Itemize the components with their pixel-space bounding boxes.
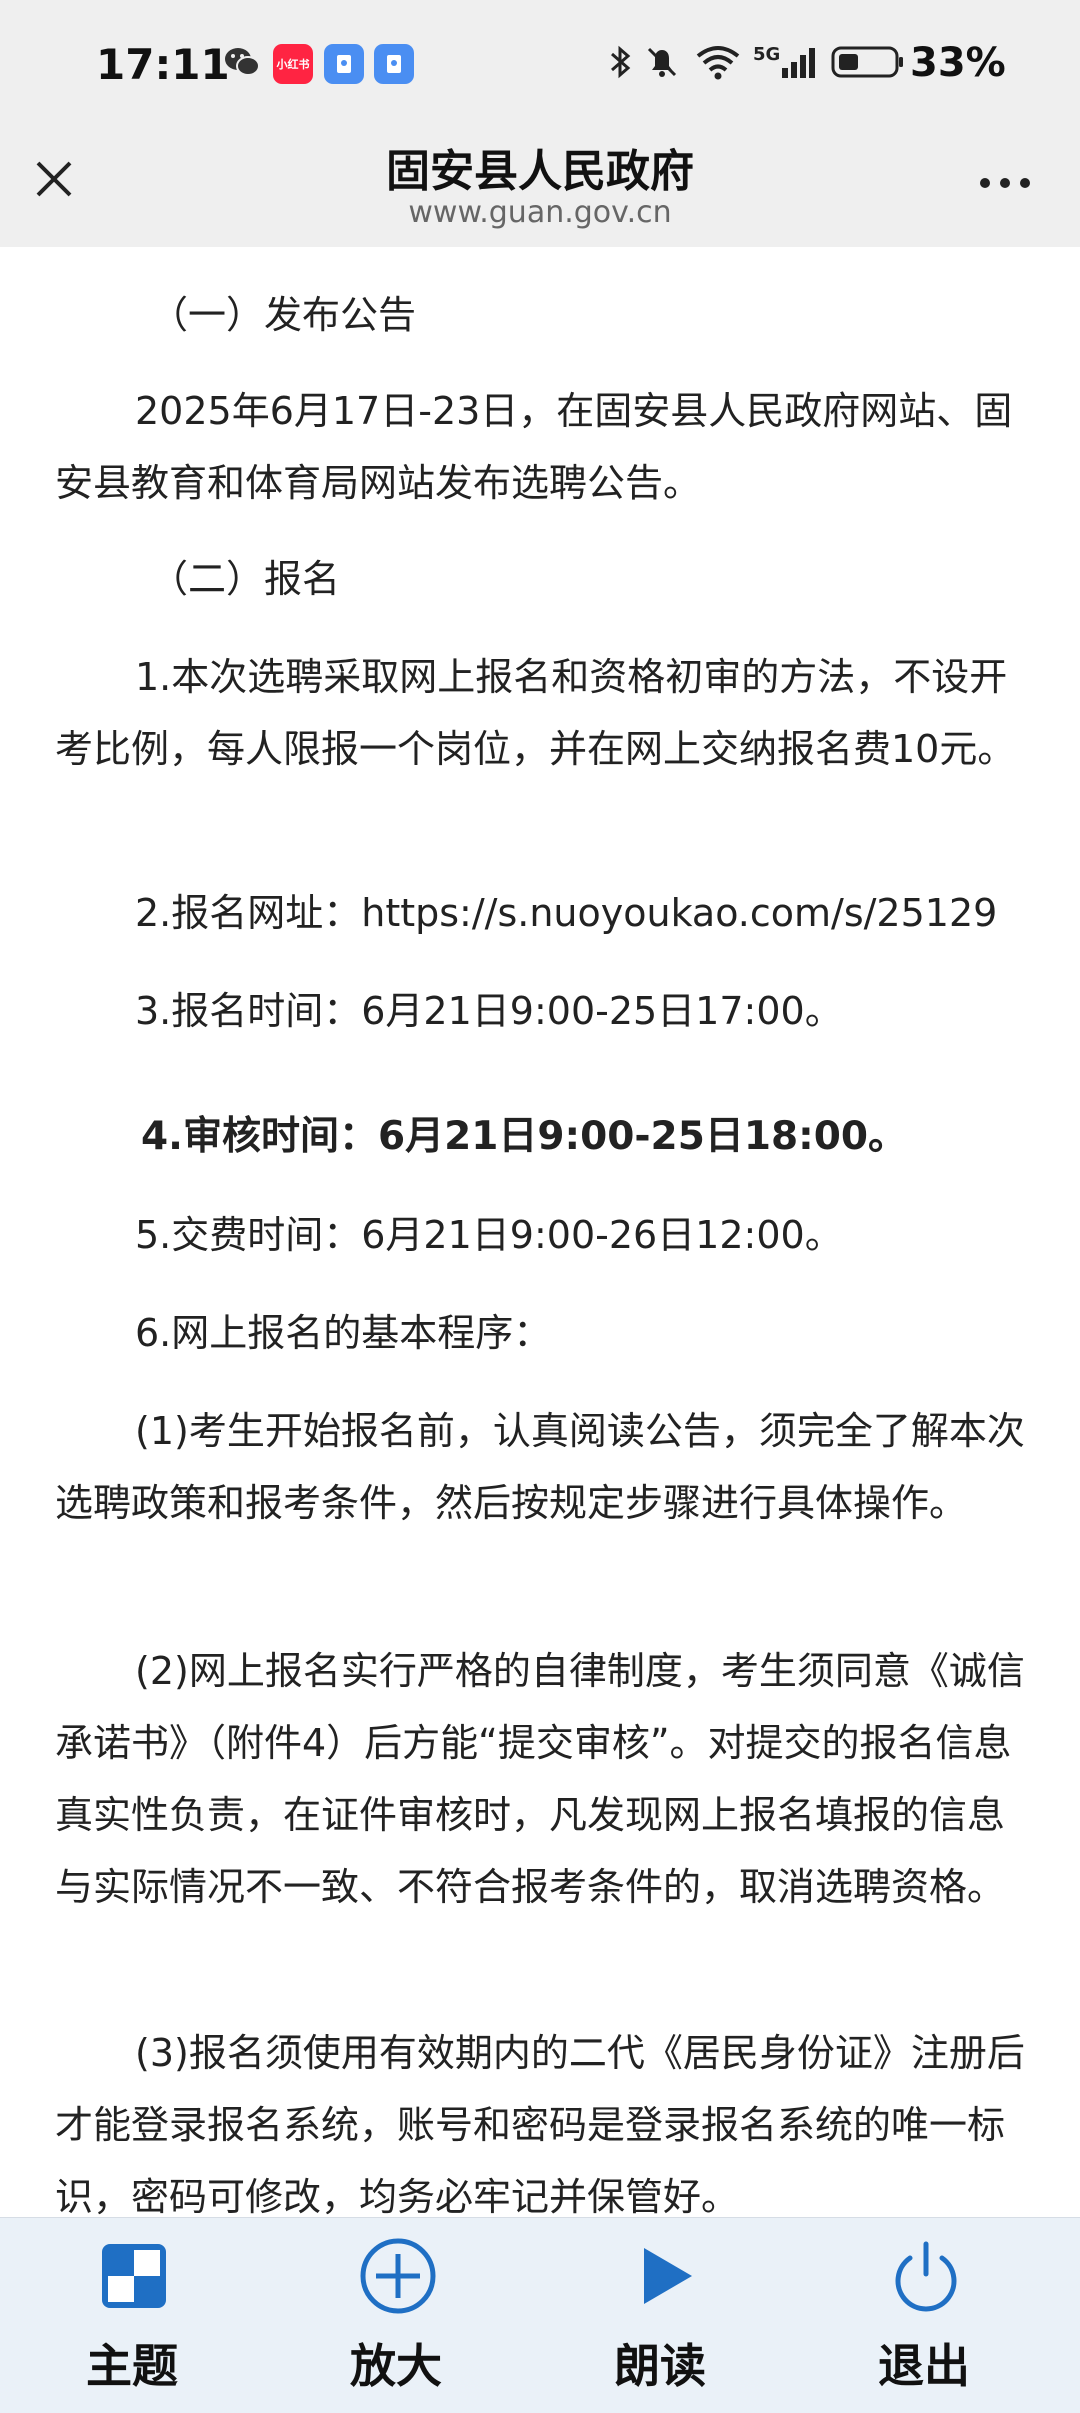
play-icon xyxy=(644,2248,692,2304)
xiaohongshu-icon: 小红书 xyxy=(273,44,313,84)
status-time: 17:11 xyxy=(96,40,230,89)
zoom-button[interactable]: 放大 xyxy=(296,2218,496,2413)
paragraph-procedure-2: (2)网上报名实行严格的自律制度，考生须同意《诚信承诺书》（附件4）后方能“提交… xyxy=(55,1649,1025,1909)
battery-icon xyxy=(831,46,903,78)
paragraph-payment-time: 5.交费时间：6月21日9:00-26日12:00。 xyxy=(135,1213,843,1257)
paragraph-review-time: 4.审核时间：6月21日9:00-25日18:00。 xyxy=(141,1114,907,1159)
theme-button[interactable]: 主题 xyxy=(32,2218,232,2413)
blue-app-icon xyxy=(324,44,364,84)
page-title: 固安县人民政府 xyxy=(386,146,694,197)
paragraph-announcement-dates: 2025年6月17日-23日，在固安县人民政府网站、固安县教育和体育局网站发布选… xyxy=(55,389,1013,505)
browser-header: 固安县人民政府 www.guan.gov.cn xyxy=(0,135,1080,247)
bottom-toolbar: 主题 放大 朗读 退出 xyxy=(0,2217,1080,2413)
app-badge-text: 小红书 xyxy=(276,58,310,71)
read-aloud-button[interactable]: 朗读 xyxy=(560,2218,760,2413)
exit-label: 退出 xyxy=(878,2339,970,2393)
section-heading-registration: （二）报名 xyxy=(150,557,341,601)
paragraph-registration-url: 2.报名网址：https://s.nuoyoukao.com/s/25129 xyxy=(135,891,998,935)
theme-label: 主题 xyxy=(86,2339,178,2393)
more-options-icon[interactable] xyxy=(975,157,1035,207)
paragraph-registration-method: 1.本次选聘采取网上报名和资格初审的方法，不设开考比例，每人限报一个岗位，并在网… xyxy=(55,655,1016,771)
wechat-icon xyxy=(225,48,260,76)
theme-icon xyxy=(102,2244,166,2308)
paragraph-procedure-3: (3)报名须使用有效期内的二代《居民身份证》注册后才能登录报名系统，账号和密码是… xyxy=(55,2031,1025,2217)
article-content: （一）发布公告 2025年6月17日-23日，在固安县人民政府网站、固安县教育和… xyxy=(0,247,1080,2217)
status-bar: 17:11 小红书 5G 33% xyxy=(0,0,1080,135)
zoom-label: 放大 xyxy=(350,2339,442,2393)
wifi-icon xyxy=(696,46,740,80)
paragraph-registration-time: 3.报名时间：6月21日9:00-25日17:00。 xyxy=(135,989,843,1033)
mute-bell-icon xyxy=(647,47,677,77)
read-aloud-label: 朗读 xyxy=(614,2339,706,2393)
section-heading-announcement: （一）发布公告 xyxy=(150,293,417,337)
paragraph-procedure-1: (1)考生开始报名前，认真阅读公告，须完全了解本次选聘政策和报考条件，然后按规定… xyxy=(55,1409,1025,1525)
bluetooth-icon xyxy=(611,45,631,79)
blue-app-icon-2 xyxy=(374,44,414,84)
page-url: www.guan.gov.cn xyxy=(408,195,672,230)
battery-percent: 33% xyxy=(910,40,1006,86)
power-icon xyxy=(895,2241,957,2312)
signal-icon xyxy=(782,48,815,78)
paragraph-procedure-heading: 6.网上报名的基本程序： xyxy=(135,1311,552,1355)
zoom-in-icon xyxy=(360,2238,436,2314)
exit-button[interactable]: 退出 xyxy=(824,2218,1024,2413)
